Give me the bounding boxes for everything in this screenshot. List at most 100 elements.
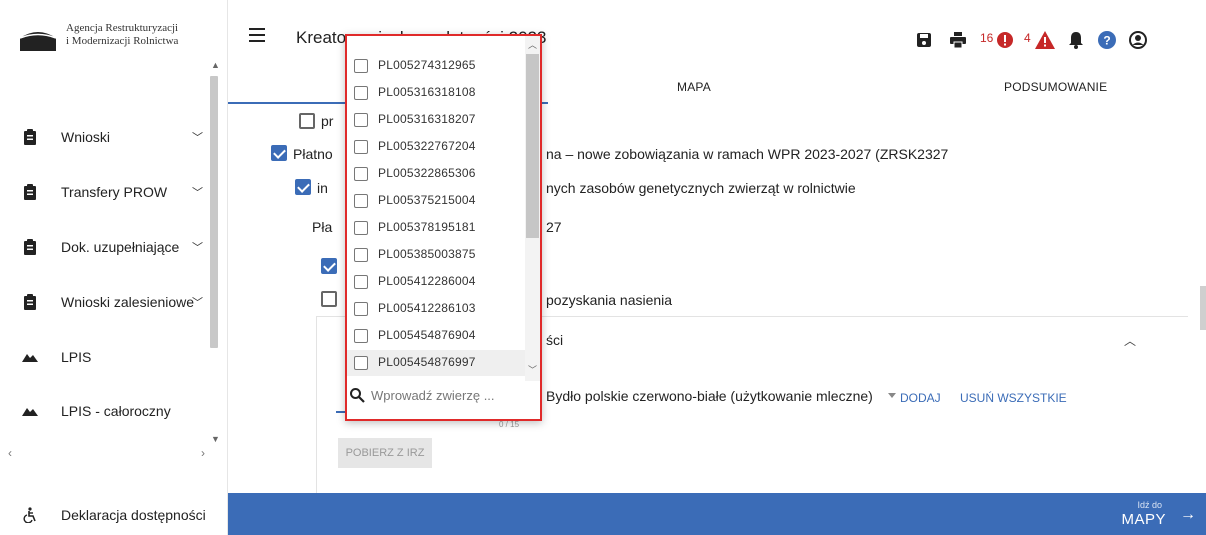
chevron-down-icon: ﹀ [192, 187, 203, 199]
clipboard-icon [24, 239, 36, 255]
scroll-up-icon[interactable]: ▲ [211, 60, 220, 70]
app-root: Agencja Restrukturyzacji i Modernizacji … [0, 0, 1206, 535]
sidebar: Agencja Restrukturyzacji i Modernizacji … [0, 0, 228, 535]
option-checkbox[interactable] [354, 59, 368, 73]
clipboard-icon [24, 129, 36, 145]
sidebar-item-wnioski[interactable]: Wnioski ﹀ [0, 117, 205, 157]
checkbox-pr[interactable] [299, 113, 315, 129]
sidebar-item-label: Wnioski zalesieniowe [61, 294, 195, 310]
dropdown-option[interactable]: PL005412286004 [347, 269, 527, 295]
dropdown-option[interactable]: PL005316318108 [347, 80, 527, 106]
option-label: PL005274312965 [378, 58, 476, 72]
scroll-left-icon[interactable]: ‹ [8, 446, 12, 460]
dropdown-option[interactable]: PL005322767204 [347, 134, 527, 160]
mountain-icon [22, 408, 38, 416]
option-label: PL005322767204 [378, 139, 476, 153]
dropdown-option[interactable]: PL005378195181 [347, 215, 527, 241]
dropdown-arrow-icon[interactable] [888, 393, 896, 398]
checkbox-interwencja[interactable] [295, 179, 311, 195]
org-name-line1: Agencja Restrukturyzacji [66, 22, 179, 34]
print-icon[interactable] [949, 30, 967, 50]
option-checkbox[interactable] [354, 194, 368, 208]
scroll-right-icon[interactable]: › [201, 446, 205, 460]
sidebar-item-lpis-caloroczny[interactable]: LPIS - całoroczny [0, 391, 205, 431]
sidebar-item-wnioski-zalesieniowe[interactable]: Wnioski zalesieniowe ﹀ [0, 282, 205, 322]
scroll-down-icon[interactable]: ▼ [211, 434, 220, 444]
error-count: 16 [980, 31, 994, 45]
dropdown-option[interactable]: PL005274312965 [347, 53, 527, 79]
animal-counter: 0 / 15 [499, 420, 520, 429]
chevron-down-icon[interactable]: ﹀ [528, 363, 537, 376]
option-checkbox[interactable] [354, 113, 368, 127]
row-label-platnosc-2-suffix: 27 [546, 219, 562, 235]
tab-mapa[interactable]: MAPA [677, 80, 711, 94]
option-checkbox[interactable] [354, 275, 368, 289]
sidebar-horizontal-scrollbar[interactable]: ‹ › [0, 444, 228, 462]
dropdown-option[interactable]: PL005322865306 [347, 161, 527, 187]
dropdown-option[interactable]: PL005385003875 [347, 242, 527, 268]
dropdown-option[interactable]: PL005316318207 [347, 107, 527, 133]
option-checkbox[interactable] [354, 329, 368, 343]
svg-text:?: ? [1103, 34, 1110, 48]
next-step-label: MAPY [1121, 511, 1166, 528]
sidebar-item-label: Transfery PROW [61, 184, 168, 200]
option-checkbox[interactable] [354, 302, 368, 316]
option-checkbox[interactable] [354, 140, 368, 154]
tab-podsumowanie[interactable]: PODSUMOWANIE [1004, 80, 1107, 94]
fetch-from-irz-button[interactable]: POBIERZ Z IRZ [338, 438, 432, 468]
dropdown-option[interactable]: PL005375215004 [347, 188, 527, 214]
breed-select[interactable]: Bydło polskie czerwono-białe (użytkowani… [546, 388, 873, 404]
help-icon[interactable]: ? [1098, 30, 1116, 50]
option-checkbox[interactable] [354, 248, 368, 262]
accessibility-icon [23, 506, 36, 523]
row-label-platnosc: Płatno [293, 146, 333, 162]
dropdown-option[interactable]: PL005412286103 [347, 296, 527, 322]
chevron-up-icon[interactable]: ︿ [1124, 332, 1136, 349]
content-scrollbar-thumb[interactable] [1200, 286, 1206, 330]
save-icon[interactable] [916, 30, 932, 50]
menu-icon[interactable] [249, 28, 265, 42]
row-label-pr: pr [321, 113, 334, 129]
option-checkbox[interactable] [354, 221, 368, 235]
add-button[interactable]: DODAJ [900, 391, 941, 405]
notifications-icon[interactable] [1068, 30, 1084, 50]
sidebar-item-label: Wnioski [61, 129, 111, 145]
option-label: PL005378195181 [378, 220, 476, 234]
chevron-down-icon: ﹀ [192, 297, 203, 309]
option-label: PL005454876904 [378, 328, 476, 342]
dropdown-option[interactable]: PL005454876904 [347, 323, 527, 349]
row-label-platnosc-suffix: na – nowe zobowiązania w ramach WPR 2023… [546, 146, 949, 162]
row-label-platnosc-2: Pła [312, 219, 333, 235]
next-step-bar[interactable]: Idź do MAPY → [228, 493, 1206, 535]
clipboard-icon [24, 184, 36, 200]
option-checkbox[interactable] [354, 86, 368, 100]
account-icon[interactable] [1129, 30, 1147, 50]
sidebar-item-label: Dok. uzupełniające [61, 239, 180, 255]
warning-icon[interactable] [1035, 30, 1055, 50]
option-checkbox[interactable] [354, 356, 368, 370]
option-checkbox[interactable] [354, 167, 368, 181]
sidebar-scrollbar-thumb[interactable] [210, 76, 218, 348]
clipboard-icon [24, 294, 36, 310]
checkbox-platnosc[interactable] [271, 145, 287, 161]
error-icon[interactable] [996, 30, 1014, 50]
dropdown-scrollbar-thumb[interactable] [526, 54, 539, 238]
sidebar-item-label: LPIS - całoroczny [61, 403, 171, 419]
arimr-logo [18, 24, 58, 52]
accessibility-declaration-link[interactable]: Deklaracja dostępności [0, 498, 228, 531]
sidebar-item-lpis[interactable]: LPIS [0, 337, 205, 377]
sidebar-item-dok-uzupelniajace[interactable]: Dok. uzupełniające ﹀ [0, 227, 205, 267]
dropdown-option[interactable]: PL005454876997 [347, 350, 527, 376]
option-label: PL005316318207 [378, 112, 476, 126]
remove-all-button[interactable]: USUŃ WSZYSTKIE [960, 391, 1067, 405]
option-label: PL005412286103 [378, 301, 476, 315]
sidebar-item-transfery-prow[interactable]: Transfery PROW ﹀ [0, 172, 205, 212]
next-step-caption: Idź do [1137, 500, 1162, 510]
animal-search-input[interactable] [371, 385, 521, 405]
arrow-right-icon: → [1180, 506, 1196, 523]
checkbox-option-2[interactable] [321, 291, 337, 307]
animal-dropdown[interactable]: PL005274312965 PL005316318108 PL00531631… [345, 34, 542, 421]
row-label-interwencja-suffix: nych zasobów genetycznych zwierząt w rol… [546, 180, 856, 196]
chevron-up-icon[interactable]: ︿ [528, 38, 537, 51]
checkbox-option-1[interactable] [321, 258, 337, 274]
